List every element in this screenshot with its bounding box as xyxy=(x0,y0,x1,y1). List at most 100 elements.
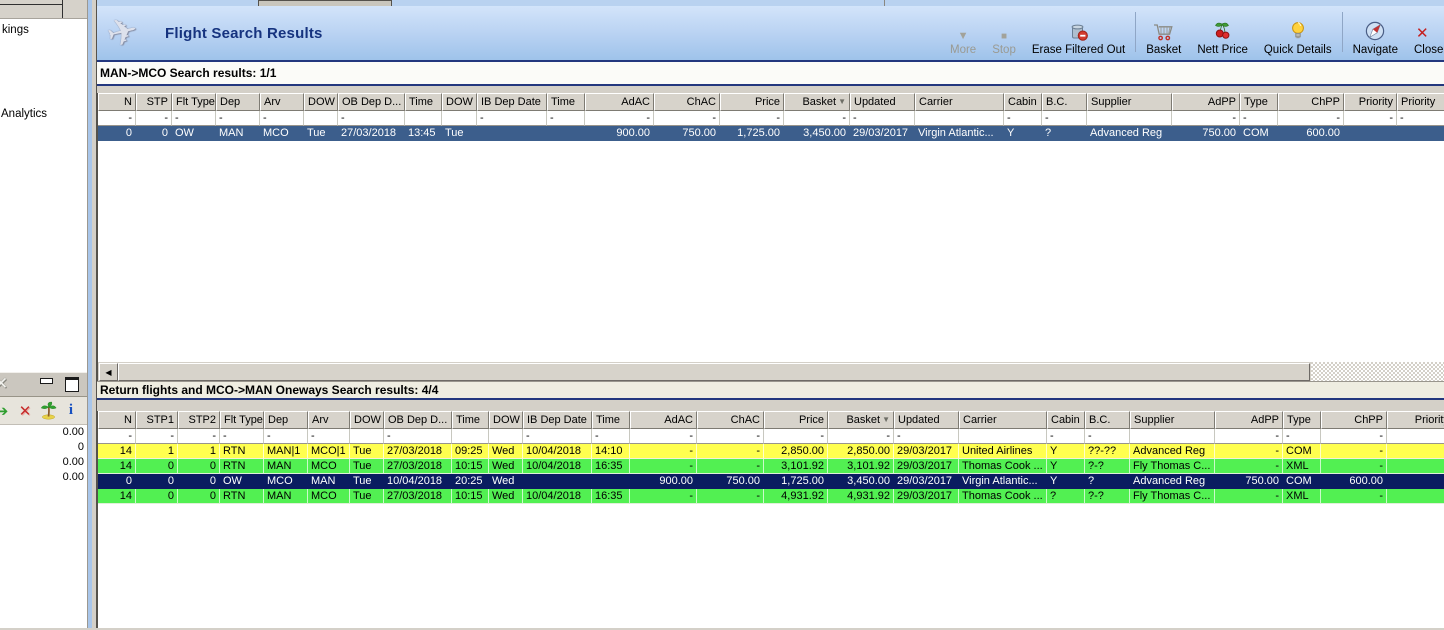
result-row[interactable]: 0 0 OW MAN MCO Tue 27/03/2018 13:45 Tue 900.00 750… xyxy=(98,126,1444,141)
column-header-supplier[interactable]: Supplier xyxy=(1087,93,1172,111)
result-row[interactable]: 0 0 0 OW MCO MAN Tue 10/04/2018 20:25 Wed 900.00 75… xyxy=(98,474,1444,489)
column-header-time[interactable]: Time xyxy=(452,411,489,429)
cell[interactable]: 10:15 xyxy=(452,489,489,504)
column-header-b-c[interactable]: B.C. xyxy=(1042,93,1087,111)
cell[interactable]: 16:35 xyxy=(592,489,630,504)
filter-cell[interactable]: - xyxy=(308,429,350,444)
filter-cell[interactable] xyxy=(1130,429,1215,444)
cell[interactable]: 750.00 xyxy=(697,474,764,489)
filter-cell[interactable]: - xyxy=(1215,429,1283,444)
column-header-priority[interactable]: Priority xyxy=(1344,93,1397,111)
cell[interactable]: - xyxy=(630,444,697,459)
column-header-stp[interactable]: STP xyxy=(136,93,172,111)
cell[interactable]: MAN xyxy=(264,489,308,504)
cell[interactable]: Fly Thomas C... xyxy=(1130,489,1215,504)
cell[interactable]: 27/03/2018 xyxy=(384,489,452,504)
cell[interactable]: 0 xyxy=(98,474,136,489)
cell[interactable] xyxy=(1344,126,1397,141)
filter-cell[interactable]: - xyxy=(547,111,585,126)
column-header-basket[interactable]: Basket ▼ xyxy=(828,411,894,429)
column-header-dow[interactable]: DOW xyxy=(442,93,477,111)
filter-cell[interactable]: - xyxy=(784,111,850,126)
cell[interactable]: 3,450.00 xyxy=(828,474,894,489)
cell[interactable]: 14 xyxy=(98,489,136,504)
cell[interactable]: - xyxy=(630,489,697,504)
cell[interactable]: Y xyxy=(1004,126,1042,141)
cell[interactable]: 0 xyxy=(178,489,220,504)
column-header-price[interactable]: Price xyxy=(764,411,828,429)
minimize-button[interactable] xyxy=(39,377,53,390)
cell[interactable] xyxy=(477,126,547,141)
cell[interactable] xyxy=(1387,444,1444,459)
cell[interactable]: 4,931.92 xyxy=(828,489,894,504)
filter-cell[interactable]: - xyxy=(216,111,260,126)
cell[interactable]: OW xyxy=(172,126,216,141)
cell[interactable] xyxy=(1387,474,1444,489)
column-header-carrier[interactable]: Carrier xyxy=(915,93,1004,111)
column-header-arv[interactable]: Arv xyxy=(260,93,304,111)
filter-cell[interactable] xyxy=(959,429,1047,444)
filter-cell[interactable] xyxy=(452,429,489,444)
filter-cell[interactable] xyxy=(304,111,338,126)
cell[interactable]: - xyxy=(697,489,764,504)
cell[interactable]: 1,725.00 xyxy=(764,474,828,489)
column-header-stp1[interactable]: STP1 xyxy=(136,411,178,429)
cell[interactable]: 27/03/2018 xyxy=(384,459,452,474)
filter-cell[interactable]: - xyxy=(136,429,178,444)
column-header-stp2[interactable]: STP2 xyxy=(178,411,220,429)
column-header-time[interactable]: Time xyxy=(547,93,585,111)
filter-cell[interactable]: - xyxy=(630,429,697,444)
cell[interactable]: 10/04/2018 xyxy=(523,459,592,474)
filter-cell[interactable]: - xyxy=(136,111,172,126)
cell[interactable]: 27/03/2018 xyxy=(338,126,405,141)
cell[interactable]: Wed xyxy=(489,474,523,489)
cell[interactable]: 09:25 xyxy=(452,444,489,459)
basket-button[interactable]: Basket xyxy=(1138,12,1189,56)
cell[interactable]: XML xyxy=(1283,459,1321,474)
column-header-updated[interactable]: Updated xyxy=(894,411,959,429)
cell[interactable]: Tue xyxy=(304,126,338,141)
cell[interactable]: 1,725.00 xyxy=(720,126,784,141)
cell[interactable]: ??-?? xyxy=(1085,444,1130,459)
sidebar-item-analytics[interactable]: Analytics xyxy=(1,108,47,120)
float-window-button[interactable] xyxy=(65,377,79,392)
cell[interactable]: Fly Thomas C... xyxy=(1130,459,1215,474)
cell[interactable]: 0 xyxy=(136,489,178,504)
filter-cell[interactable]: - xyxy=(654,111,720,126)
cell[interactable]: 16:35 xyxy=(592,459,630,474)
column-header-dep[interactable]: Dep xyxy=(264,411,308,429)
filter-cell[interactable]: - xyxy=(1387,429,1444,444)
cell[interactable]: 3,450.00 xyxy=(784,126,850,141)
filter-cell[interactable]: - xyxy=(384,429,452,444)
cell[interactable]: Advanced Reg xyxy=(1087,126,1172,141)
navigate-button[interactable]: Navigate xyxy=(1345,12,1406,56)
cell[interactable]: 29/03/2017 xyxy=(850,126,915,141)
cell[interactable]: 2,850.00 xyxy=(828,444,894,459)
cell[interactable] xyxy=(1387,459,1444,474)
column-header-ob-dep-d[interactable]: OB Dep D... xyxy=(384,411,452,429)
filter-cell[interactable]: - xyxy=(1047,429,1085,444)
cell[interactable]: MAN|1 xyxy=(264,444,308,459)
column-header-price[interactable]: Price xyxy=(720,93,784,111)
filter-cell[interactable]: - xyxy=(1397,111,1444,126)
cell[interactable]: MCO xyxy=(264,474,308,489)
erase-filtered-out-button[interactable]: Erase Filtered Out xyxy=(1024,12,1133,56)
cell[interactable]: MCO xyxy=(260,126,304,141)
cell[interactable]: Wed xyxy=(489,459,523,474)
column-header-type[interactable]: Type xyxy=(1283,411,1321,429)
scroll-left-button[interactable]: ◀ xyxy=(99,363,118,381)
result-row[interactable]: 14 0 0 RTN MAN MCO Tue 27/03/2018 10:15 Wed 10/04/… xyxy=(98,489,1444,504)
filter-cell[interactable] xyxy=(350,429,384,444)
filter-cell[interactable]: - xyxy=(1283,429,1321,444)
cell[interactable]: 0 xyxy=(136,126,172,141)
filter-cell[interactable]: - xyxy=(828,429,894,444)
cell[interactable]: Tue xyxy=(350,489,384,504)
cell[interactable]: 10/04/2018 xyxy=(523,489,592,504)
column-header-type[interactable]: Type xyxy=(1240,93,1278,111)
column-header-cabin[interactable]: Cabin xyxy=(1004,93,1042,111)
filter-cell[interactable]: - xyxy=(264,429,308,444)
cell[interactable]: 10/04/2018 xyxy=(384,474,452,489)
filter-cell[interactable]: - xyxy=(1172,111,1240,126)
cell[interactable]: 10/04/2018 xyxy=(523,444,592,459)
filter-cell[interactable]: - xyxy=(1004,111,1042,126)
